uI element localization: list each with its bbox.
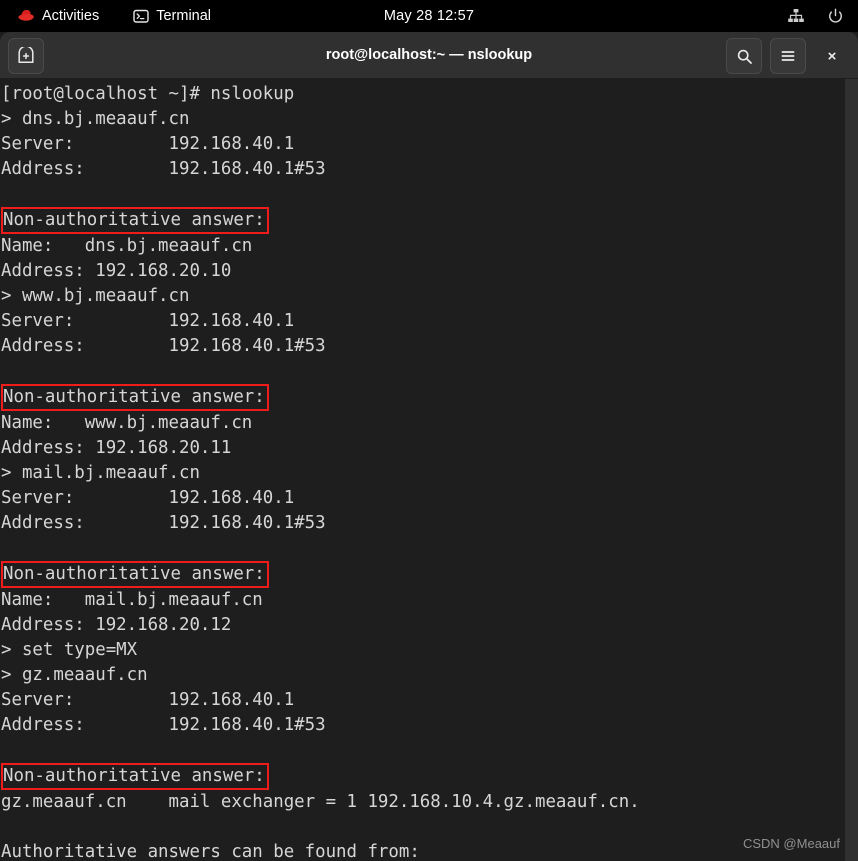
- terminal-line: Non-authoritative answer:: [1, 561, 640, 588]
- terminal-line: Address: 192.168.40.1#53: [1, 159, 326, 179]
- terminal-line: Name: mail.bj.meaauf.cn: [1, 590, 263, 610]
- terminal-line: > www.bj.meaauf.cn: [1, 286, 190, 306]
- new-terminal-button[interactable]: [8, 38, 44, 74]
- highlight-box: Non-authoritative answer:: [1, 763, 269, 790]
- terminal-line: Non-authoritative answer:: [1, 763, 640, 790]
- terminal-line: Server: 192.168.40.1: [1, 311, 295, 331]
- terminal-line: Server: 192.168.40.1: [1, 690, 295, 710]
- terminal-line: Address: 192.168.40.1#53: [1, 715, 326, 735]
- terminal-icon: [133, 8, 149, 24]
- terminal-output: [root@localhost ~]# nslookup > dns.bj.mea…: [0, 79, 640, 861]
- highlight-box: Non-authoritative answer:: [1, 561, 269, 588]
- window-title: root@localhost:~ — nslookup: [325, 47, 533, 63]
- terminal-line: [root@localhost ~]# nslookup: [1, 84, 295, 104]
- power-icon[interactable]: [827, 8, 844, 25]
- terminal-scrollbar[interactable]: [845, 79, 858, 861]
- app-menu-label: Terminal: [156, 8, 212, 24]
- terminal-line: Non-authoritative answer:: [1, 207, 640, 234]
- terminal-line: > set type=MX: [1, 640, 138, 660]
- highlight-box: Non-authoritative answer:: [1, 207, 269, 234]
- terminal-line: > dns.bj.meaauf.cn: [1, 109, 190, 129]
- terminal-line: Address: 192.168.40.1#53: [1, 336, 326, 356]
- close-icon: ×: [827, 47, 837, 65]
- terminal-line: > mail.bj.meaauf.cn: [1, 463, 200, 483]
- terminal-line: > gz.meaauf.cn: [1, 665, 148, 685]
- network-workgroup-icon[interactable]: [787, 8, 805, 24]
- terminal-line: Address: 192.168.20.11: [1, 438, 232, 458]
- activities-label: Activities: [42, 8, 100, 24]
- panel-left-group: Activities Terminal: [12, 0, 217, 32]
- activities-button[interactable]: Activities: [12, 6, 105, 26]
- gnome-top-panel: Activities Terminal May 28 12:57: [0, 0, 858, 32]
- terminal-line: Name: dns.bj.meaauf.cn: [1, 236, 253, 256]
- terminal-line: Name: www.bj.meaauf.cn: [1, 413, 253, 433]
- terminal-line: Server: 192.168.40.1: [1, 488, 295, 508]
- app-menu-terminal[interactable]: Terminal: [127, 6, 217, 26]
- menu-button[interactable]: [770, 38, 806, 74]
- terminal-line: Address: 192.168.20.10: [1, 261, 232, 281]
- terminal-line: Address: 192.168.40.1#53: [1, 513, 326, 533]
- terminal-line: Server: 192.168.40.1: [1, 134, 295, 154]
- window-titlebar[interactable]: root@localhost:~ — nslookup ×: [0, 32, 858, 79]
- titlebar-right-controls: ×: [726, 38, 850, 74]
- terminal-body[interactable]: [root@localhost ~]# nslookup > dns.bj.mea…: [0, 79, 858, 861]
- highlight-box: Non-authoritative answer:: [1, 384, 269, 411]
- terminal-window: root@localhost:~ — nslookup × [root@loca…: [0, 32, 858, 861]
- redhat-logo-icon: [18, 9, 35, 23]
- terminal-line: Authoritative answers can be found from:: [1, 842, 420, 861]
- terminal-line: Non-authoritative answer:: [1, 384, 640, 411]
- search-icon: [736, 48, 753, 65]
- clock-label[interactable]: May 28 12:57: [384, 8, 474, 24]
- watermark: CSDN @Meaauf: [742, 836, 840, 851]
- search-button[interactable]: [726, 38, 762, 74]
- close-button[interactable]: ×: [814, 38, 850, 74]
- terminal-line: Address: 192.168.20.12: [1, 615, 232, 635]
- hamburger-menu-icon: [780, 49, 796, 63]
- terminal-line: gz.meaauf.cn mail exchanger = 1 192.168.…: [1, 792, 640, 812]
- panel-right-group: [787, 0, 844, 32]
- titlebar-left-controls: [8, 38, 44, 74]
